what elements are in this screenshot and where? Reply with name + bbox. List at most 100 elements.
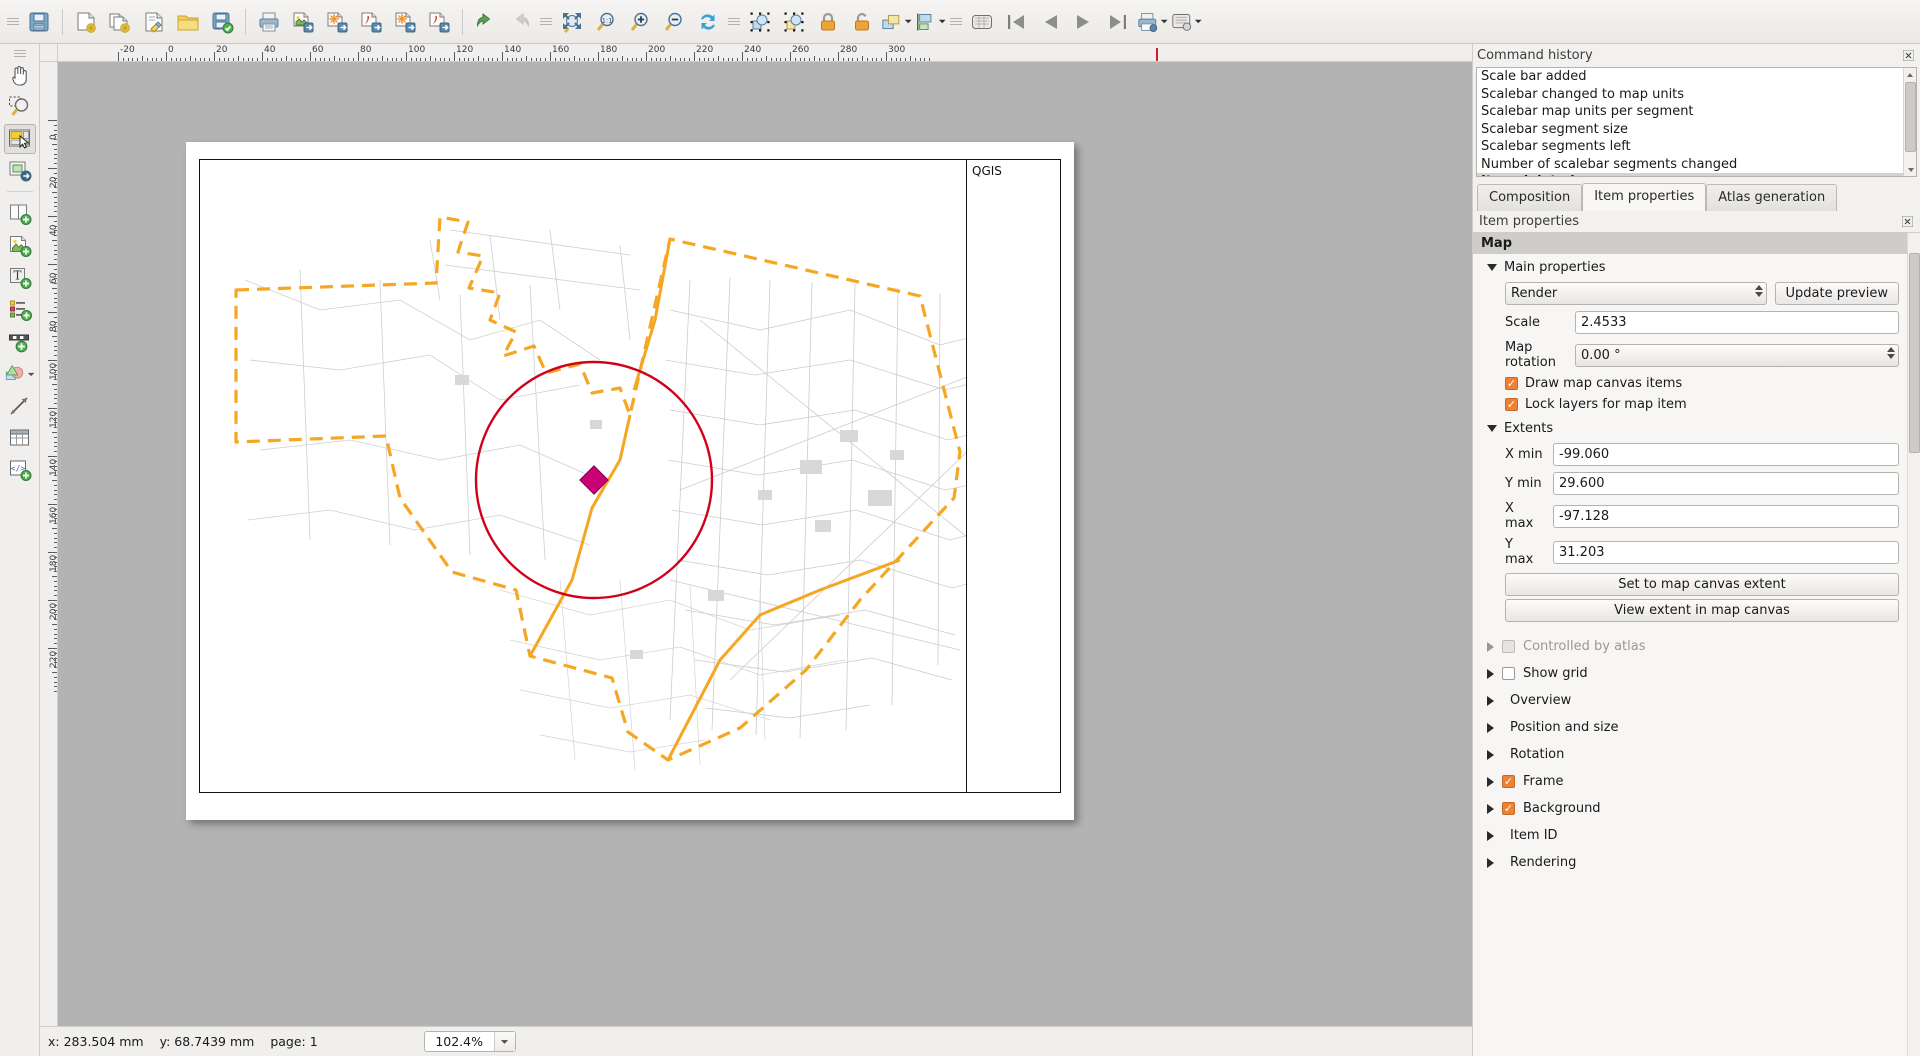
- load-from-template-button[interactable]: [172, 5, 204, 39]
- horizontal-ruler[interactable]: -20 0 20 40 60 80 100 120 140 160 180 200 220 240 260 2…: [58, 44, 1472, 62]
- legend-item[interactable]: QGIS: [966, 159, 1061, 793]
- undo-button[interactable]: [470, 5, 502, 39]
- chevron-right-icon[interactable]: [1487, 749, 1494, 760]
- chevron-right-icon[interactable]: [1487, 641, 1494, 652]
- move-item-content-tool-button[interactable]: [4, 156, 36, 186]
- chevron-right-icon[interactable]: [1487, 830, 1494, 841]
- add-image-button[interactable]: [4, 231, 36, 261]
- command-history-scrollbar[interactable]: [1903, 68, 1916, 176]
- group-items-button[interactable]: [744, 5, 776, 39]
- pan-tool-button[interactable]: [4, 60, 36, 90]
- y-max-input[interactable]: 31.203: [1553, 540, 1899, 564]
- x-max-input[interactable]: -97.128: [1553, 504, 1899, 528]
- raise-items-button[interactable]: [880, 5, 912, 39]
- section-rendering[interactable]: Rendering: [1481, 849, 1899, 876]
- y-min-input[interactable]: 29.600: [1553, 472, 1899, 495]
- command-history-item[interactable]: Scalebar segment size: [1477, 121, 1916, 139]
- draw-map-canvas-items-checkbox[interactable]: [1505, 377, 1518, 390]
- composer-manager-button[interactable]: [138, 5, 170, 39]
- chevron-right-icon[interactable]: [1487, 722, 1494, 733]
- command-history-list[interactable]: Scale bar added Scalebar changed to map u…: [1476, 67, 1917, 177]
- add-scalebar-button[interactable]: [4, 327, 36, 357]
- tab-atlas-generation[interactable]: Atlas generation: [1706, 184, 1838, 211]
- save-as-template-button[interactable]: [206, 5, 238, 39]
- ungroup-items-button[interactable]: [778, 5, 810, 39]
- left-toolbar-grip[interactable]: [13, 48, 26, 58]
- toolbar-grip[interactable]: [950, 11, 962, 33]
- refresh-view-button[interactable]: [692, 5, 724, 39]
- unlock-all-items-button[interactable]: [846, 5, 878, 39]
- map-rotation-input[interactable]: 0.00 °: [1575, 343, 1899, 367]
- zoom-full-button[interactable]: [556, 5, 588, 39]
- print-button[interactable]: [253, 5, 285, 39]
- toolbar-grip[interactable]: [540, 11, 552, 33]
- atlas-first-feature-button[interactable]: [1000, 5, 1032, 39]
- atlas-export-svg-button[interactable]: [389, 5, 421, 39]
- chevron-right-icon[interactable]: [1487, 776, 1494, 787]
- view-extent-in-map-canvas-button[interactable]: View extent in map canvas: [1505, 599, 1899, 622]
- section-frame[interactable]: Frame: [1481, 768, 1899, 795]
- command-history-item[interactable]: Number of scalebar segments changed: [1477, 156, 1916, 174]
- lock-layers-checkbox[interactable]: [1505, 398, 1518, 411]
- close-icon[interactable]: [1901, 215, 1914, 228]
- chevron-right-icon[interactable]: [1487, 803, 1494, 814]
- add-html-frame-button[interactable]: </>: [4, 455, 36, 485]
- atlas-last-feature-button[interactable]: [1102, 5, 1134, 39]
- command-history-item[interactable]: Scalebar changed to map units: [1477, 86, 1916, 104]
- duplicate-composer-button[interactable]: [104, 5, 136, 39]
- tab-composition[interactable]: Composition: [1477, 184, 1583, 211]
- add-shape-button[interactable]: [4, 359, 36, 389]
- save-project-button[interactable]: [23, 5, 55, 39]
- chevron-right-icon[interactable]: [1487, 857, 1494, 868]
- export-as-pdf-button[interactable]: [355, 5, 387, 39]
- add-attribute-table-button[interactable]: [4, 423, 36, 453]
- redo-button[interactable]: [504, 5, 536, 39]
- spinner-icon[interactable]: [1887, 346, 1895, 359]
- atlas-preview-button[interactable]: [966, 5, 998, 39]
- add-new-map-button[interactable]: [4, 199, 36, 229]
- extents-header[interactable]: Extents: [1481, 415, 1899, 440]
- chevron-right-icon[interactable]: [1487, 695, 1494, 706]
- atlas-next-feature-button[interactable]: [1068, 5, 1100, 39]
- toolbar-grip[interactable]: [728, 11, 740, 33]
- composer-canvas[interactable]: QGIS: [58, 62, 1472, 1026]
- scrollbar-thumb[interactable]: [1905, 82, 1916, 152]
- section-show-grid[interactable]: Show grid: [1481, 660, 1899, 687]
- section-position-and-size[interactable]: Position and size: [1481, 714, 1899, 741]
- section-item-id[interactable]: Item ID: [1481, 822, 1899, 849]
- new-composer-button[interactable]: [70, 5, 102, 39]
- close-icon[interactable]: [1902, 49, 1915, 62]
- section-background-checkbox[interactable]: [1502, 802, 1515, 815]
- chevron-right-icon[interactable]: [1487, 668, 1494, 679]
- add-legend-button[interactable]: [4, 295, 36, 325]
- align-items-button[interactable]: [914, 5, 946, 39]
- atlas-settings-button[interactable]: [1170, 5, 1202, 39]
- scale-input[interactable]: 2.4533: [1575, 311, 1899, 334]
- set-to-map-canvas-extent-button[interactable]: Set to map canvas extent: [1505, 573, 1899, 596]
- scroll-up-icon[interactable]: [1904, 68, 1916, 81]
- render-mode-combobox[interactable]: Render: [1505, 282, 1767, 305]
- vertical-ruler[interactable]: 0 20 40 60 80 100 120 140 160 180 200 220: [40, 62, 58, 1026]
- section-show-grid-checkbox[interactable]: [1502, 667, 1515, 680]
- x-min-input[interactable]: -99.060: [1553, 443, 1899, 466]
- chevron-down-icon[interactable]: [493, 1032, 515, 1051]
- section-background[interactable]: Background: [1481, 795, 1899, 822]
- command-history-item[interactable]: Scalebar segments left: [1477, 138, 1916, 156]
- zoom-in-button[interactable]: [624, 5, 656, 39]
- export-as-svg-button[interactable]: [321, 5, 353, 39]
- lock-layers-row[interactable]: Lock layers for map item: [1481, 394, 1899, 415]
- zoom-100-button[interactable]: 1:1: [590, 5, 622, 39]
- main-properties-header[interactable]: Main properties: [1481, 254, 1899, 279]
- section-overview[interactable]: Overview: [1481, 687, 1899, 714]
- zoom-level-combobox[interactable]: 102.4%: [423, 1031, 516, 1052]
- command-history-item[interactable]: Item deleted: [1477, 173, 1916, 176]
- section-rotation[interactable]: Rotation: [1481, 741, 1899, 768]
- command-history-item[interactable]: Scalebar map units per segment: [1477, 103, 1916, 121]
- spinner-icon[interactable]: [1754, 285, 1763, 297]
- map-item[interactable]: [199, 159, 1057, 793]
- draw-map-canvas-items-row[interactable]: Draw map canvas items: [1481, 373, 1899, 394]
- scroll-down-icon[interactable]: [1904, 163, 1916, 176]
- lock-items-button[interactable]: [812, 5, 844, 39]
- select-move-item-tool-button[interactable]: [3, 124, 36, 154]
- atlas-prev-feature-button[interactable]: [1034, 5, 1066, 39]
